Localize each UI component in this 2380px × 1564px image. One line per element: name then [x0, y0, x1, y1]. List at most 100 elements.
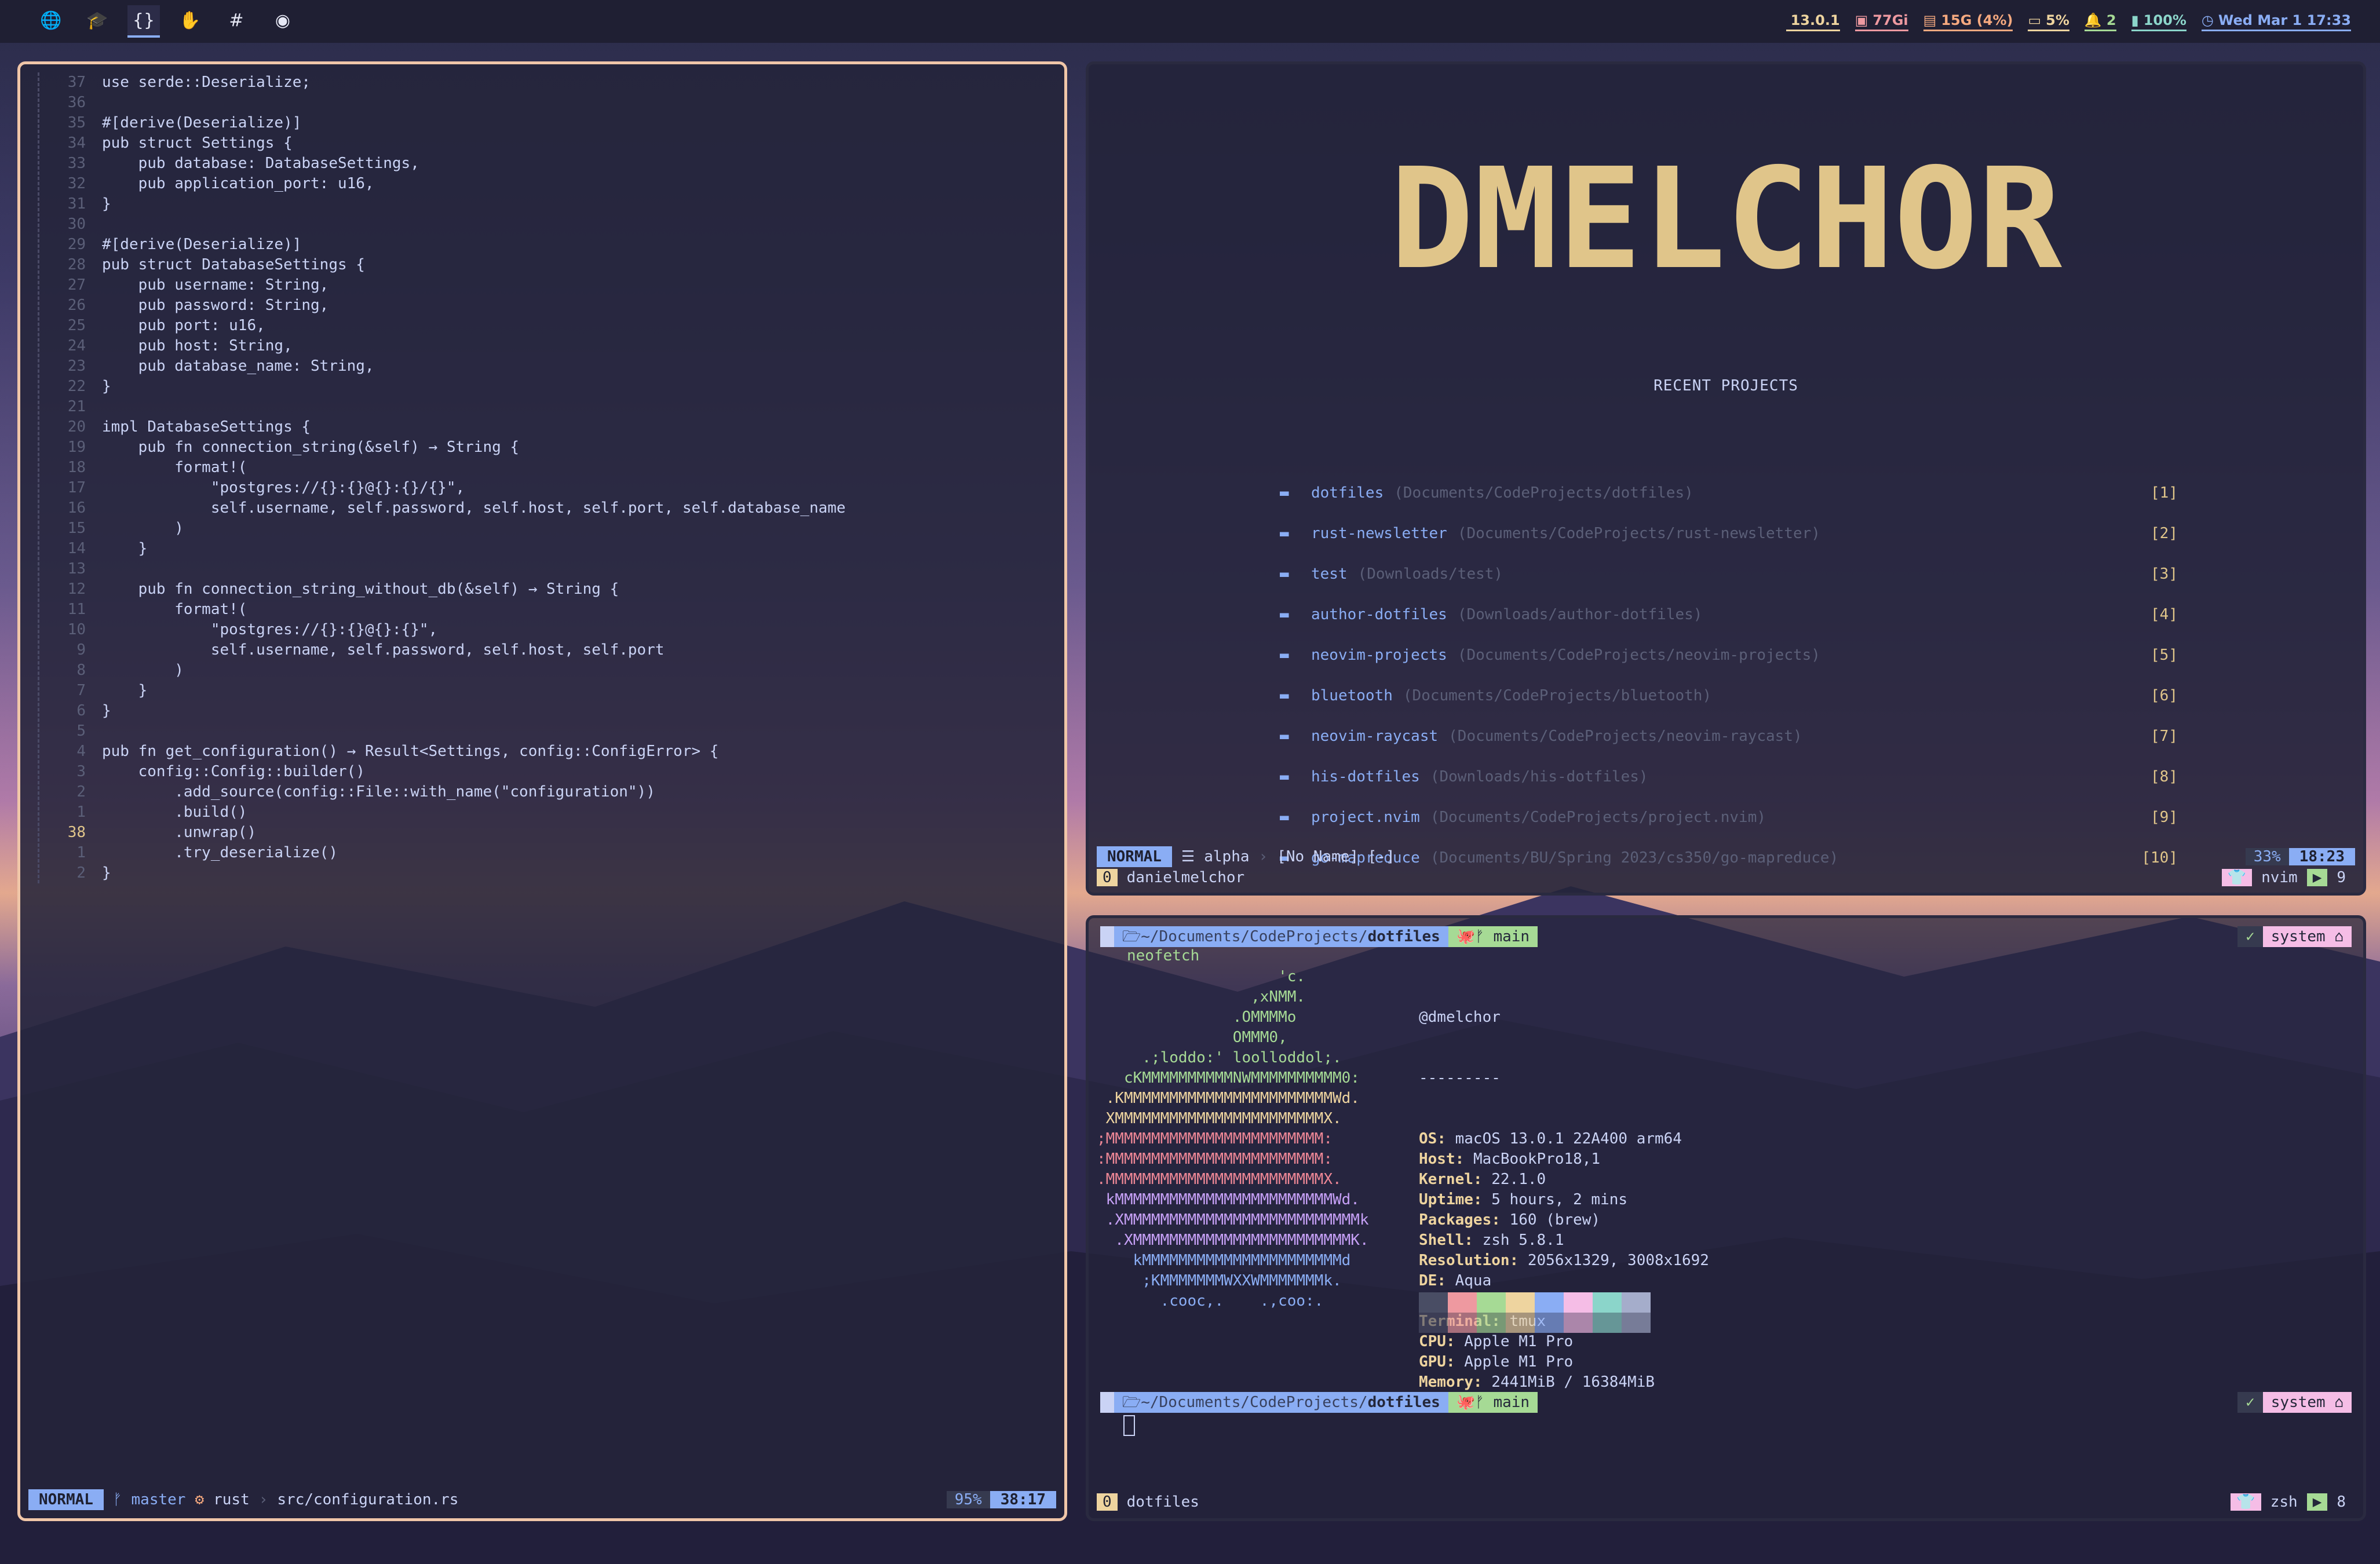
status-item[interactable]: 🔔 2: [2084, 12, 2116, 31]
code-line[interactable]: 28 pub struct DatabaseSettings {: [39, 255, 1053, 275]
code-line[interactable]: 2 .add_source(config::File::with_name("c…: [39, 782, 1053, 802]
editor-pane[interactable]: 37 use serde::Deserialize; 36 35 #[derive(De…: [17, 61, 1067, 1521]
info-label: CPU: [1419, 1333, 1446, 1350]
project-item[interactable]: ▬ neovim-raycast (Documents/CodeProjects/n…: [1280, 725, 2178, 748]
shirt-icon: 👕: [2231, 1493, 2261, 1511]
color-swatch-dim: [1477, 1313, 1506, 1333]
info-row: Host: MacBookPro18,1: [1419, 1149, 1709, 1170]
globe-icon[interactable]: 🌐: [35, 5, 67, 38]
code-line[interactable]: 4 pub fn get_configuration() → Result<Set…: [39, 741, 1053, 762]
code-line[interactable]: 35 #[derive(Deserialize)]: [39, 113, 1053, 133]
code-line[interactable]: 38 .unwrap(): [39, 823, 1053, 843]
code-line[interactable]: 6}: [39, 701, 1053, 721]
code-braces-icon[interactable]: {}: [127, 5, 160, 38]
code-line[interactable]: 15 ): [39, 518, 1053, 539]
code-line[interactable]: 24 pub host: String,: [39, 336, 1053, 356]
code-line[interactable]: 13: [39, 559, 1053, 579]
project-item[interactable]: ▬ bluetooth (Documents/CodeProjects/blueto…: [1280, 684, 2178, 707]
project-item[interactable]: ▬ test (Downloads/test) [3]: [1280, 562, 2178, 586]
code-line[interactable]: 21: [39, 397, 1053, 417]
ascii-line: 'c.: [1097, 968, 1306, 985]
code-line[interactable]: 29 #[derive(Deserialize)]: [39, 235, 1053, 255]
status-item[interactable]: ▮ 100%: [2131, 12, 2186, 31]
line-text: "postgres://{}:{}@{}:{}",: [102, 621, 438, 638]
code-line[interactable]: 19 pub fn connection_string(&self) → Str…: [39, 437, 1053, 458]
line-text: pub fn connection_string(&self) → String…: [102, 438, 520, 456]
info-colon: :: [1445, 1353, 1465, 1371]
project-item[interactable]: ▬ rust-newsletter (Documents/CodeProjects/…: [1280, 522, 2178, 545]
prompt-dir-name: dotfiles: [1367, 1394, 1440, 1411]
code-line[interactable]: 33 pub database: DatabaseSettings,: [39, 154, 1053, 174]
code-line[interactable]: 5: [39, 721, 1053, 741]
info-value: MacBookPro18,1: [1473, 1150, 1601, 1168]
color-swatch: [1419, 1292, 1448, 1313]
ascii-line: .cooc,. .,coo:.: [1097, 1292, 1324, 1310]
bell-icon: 🔔: [2084, 12, 2102, 28]
code-line[interactable]: 34 pub struct Settings {: [39, 133, 1053, 154]
line-text: pub database_name: String,: [102, 357, 374, 375]
code-line[interactable]: 30: [39, 214, 1053, 235]
code-line[interactable]: 17 "postgres://{}:{}@{}:{}/{}",: [39, 478, 1053, 498]
line-text: self.username, self.password, self.host,…: [102, 641, 665, 659]
line-text: .try_deserialize(): [102, 844, 338, 861]
code-line[interactable]: 36: [39, 93, 1053, 113]
logo-text: DMELCHOR: [1390, 163, 2062, 279]
status-item[interactable]: 13.0.1: [1786, 12, 1840, 31]
prompt-dir-name: dotfiles: [1367, 928, 1440, 945]
code-line[interactable]: 32 pub application_port: u16,: [39, 174, 1053, 194]
hand-icon[interactable]: ✋: [174, 5, 206, 38]
code-line[interactable]: 1 .try_deserialize(): [39, 843, 1053, 863]
code-line[interactable]: 10 "postgres://{}:{}@{}:{}",: [39, 620, 1053, 640]
line-number: 30: [67, 215, 86, 233]
code-line[interactable]: 2}: [39, 863, 1053, 883]
code-line[interactable]: 37 use serde::Deserialize;: [39, 72, 1053, 93]
line-number: 6: [76, 702, 86, 719]
terminal-pane[interactable]: 🗁~/Documents/CodeProjects/dotfiles 🐙ᚠ ma…: [1086, 915, 2366, 1521]
terminal-cursor[interactable]: [1123, 1415, 1135, 1436]
code-line[interactable]: 22}: [39, 377, 1053, 397]
info-row: Memory: 2441MiB / 16384MiB: [1419, 1372, 1709, 1393]
tmux-session[interactable]: danielmelchor: [1118, 869, 1254, 886]
project-item[interactable]: ▬ neovim-projects (Documents/CodeProjects/…: [1280, 644, 2178, 667]
status-item[interactable]: ▭ 5%: [2028, 12, 2069, 31]
ascii-line: cKMMMMMMMMMMNWMMMMMMMMMM0:: [1097, 1069, 1360, 1087]
code-line[interactable]: 11 format!(: [39, 600, 1053, 620]
code-line[interactable]: 18 format!(: [39, 458, 1053, 478]
ascii-line: .OMMMMo: [1097, 1008, 1297, 1026]
graduation-cap-icon[interactable]: 🎓: [81, 5, 114, 38]
slack-icon[interactable]: #: [220, 5, 253, 38]
code-line[interactable]: 31}: [39, 194, 1053, 214]
project-item[interactable]: ▬ dotfiles (Documents/CodeProjects/dotfile…: [1280, 481, 2178, 505]
code-line[interactable]: 14 }: [39, 539, 1053, 559]
project-item[interactable]: ▬ author-dotfiles (Downloads/author-dotfil…: [1280, 603, 2178, 626]
code-line[interactable]: 7 }: [39, 681, 1053, 701]
code-line[interactable]: 20 impl DatabaseSettings {: [39, 417, 1053, 437]
code-line[interactable]: 3 config::Config::builder(): [39, 762, 1053, 782]
code-line[interactable]: 12 pub fn connection_string_without_db(&…: [39, 579, 1053, 600]
folder-icon: ▬: [1280, 606, 1289, 623]
ascii-line: .MMMMMMMMMMMMMMMMMMMMMMMMX.: [1097, 1171, 1342, 1188]
buffer-icon: ☰: [1181, 848, 1195, 865]
code-line[interactable]: 1 .build(): [39, 802, 1053, 823]
code-line[interactable]: 16 self.username, self.password, self.ho…: [39, 498, 1053, 518]
info-value: 5 hours, 2 mins: [1491, 1191, 1628, 1208]
info-row: Packages: 160 (brew): [1419, 1210, 1709, 1230]
status-item[interactable]: ◷ Wed Mar 1 17:33: [2201, 12, 2351, 31]
prompt-context: system ⌂: [2262, 926, 2352, 947]
tmux-session[interactable]: dotfiles: [1118, 1493, 1209, 1511]
code-view[interactable]: 37 use serde::Deserialize; 36 35 #[derive(De…: [38, 72, 1053, 883]
code-line[interactable]: 26 pub password: String,: [39, 295, 1053, 316]
status-item[interactable]: ▣ 77Gi: [1855, 12, 1908, 31]
spotify-icon[interactable]: ◉: [267, 5, 299, 38]
code-line[interactable]: 23 pub database_name: String,: [39, 356, 1053, 377]
code-line[interactable]: 9 self.username, self.password, self.hos…: [39, 640, 1053, 660]
tmux-statusline: 0 dotfiles 👕 zsh ▶ 8: [1097, 1492, 2355, 1512]
code-line[interactable]: 25 pub port: u16,: [39, 316, 1053, 336]
code-line[interactable]: 27 pub username: String,: [39, 275, 1053, 295]
project-item[interactable]: ▬ project.nvim (Documents/CodeProjects/pro…: [1280, 806, 2178, 829]
code-line[interactable]: 8 ): [39, 660, 1053, 681]
status-item[interactable]: ▤ 15G (4%): [1923, 12, 2013, 31]
project-item[interactable]: ▬ his-dotfiles (Downloads/his-dotfiles) [8]: [1280, 765, 2178, 788]
info-label: GPU: [1419, 1353, 1446, 1371]
dashboard-pane[interactable]: DMELCHOR RECENT PROJECTS ▬ dotfiles (Docum…: [1086, 61, 2366, 896]
